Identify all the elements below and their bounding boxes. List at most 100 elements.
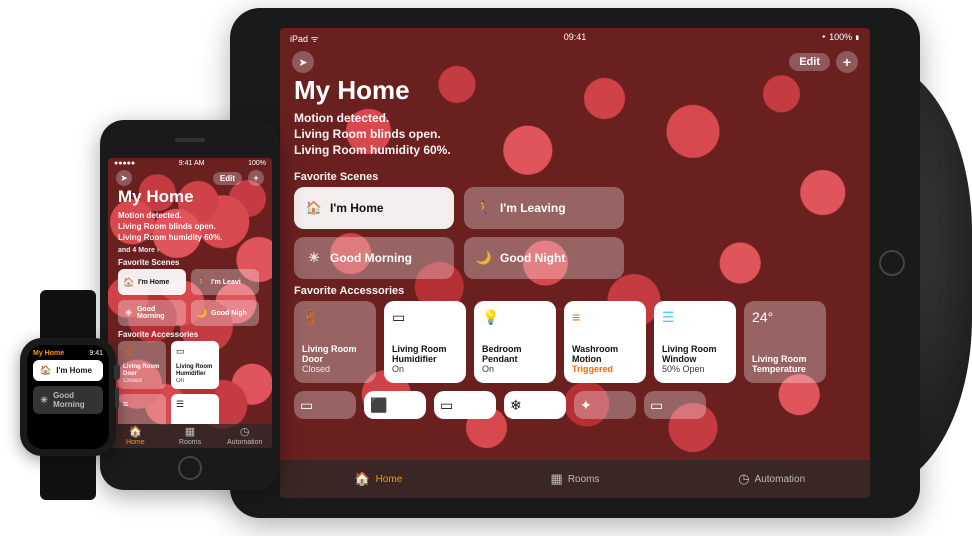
acc-mini-2[interactable]: ⬛	[364, 391, 426, 419]
scenes-section-label: Favorite Scenes	[280, 165, 870, 187]
scene-label: Good Night	[500, 251, 565, 265]
ipad-acc-row-2: ▭ ⬛ ▭ ❄ ✦ ▭	[280, 391, 870, 419]
edit-button[interactable]: Edit	[789, 53, 830, 71]
watch-time: 9:41	[89, 350, 103, 357]
page-title: My Home	[294, 75, 856, 106]
iphone-title-block: My Home Motion detected. Living Room bli…	[108, 187, 272, 247]
scene-label: Good Morning	[137, 306, 180, 320]
acc-mini-3[interactable]: ▭	[434, 391, 496, 419]
ipad-title-block: My Home Motion detected. Living Room bli…	[280, 75, 870, 165]
watch-side-button[interactable]	[115, 388, 119, 408]
acc-state: Triggered	[572, 364, 638, 374]
status-line-3: Living Room humidity 60%.	[294, 142, 856, 158]
status-left: ●●●●●	[114, 160, 135, 167]
acc-name: Living Room Window	[662, 344, 728, 365]
tab-home[interactable]: 🏠Home	[280, 460, 477, 498]
status-right: 100%	[248, 160, 266, 167]
watch-tile-label: I'm Home	[56, 366, 92, 375]
acc-state: On	[392, 364, 458, 374]
tab-rooms[interactable]: ▦Rooms	[163, 424, 218, 448]
leaving-icon: 🚶	[476, 200, 492, 216]
acc-state: 50% Open	[662, 364, 728, 374]
iphone-status-bar: ●●●●● 9:41 AM 100%	[108, 158, 272, 169]
status-left: iPad ᯤ	[290, 32, 319, 45]
status-time: 09:41	[564, 32, 587, 42]
acc-name: Washroom Motion	[572, 344, 638, 365]
scene-label: I'm Home	[330, 201, 384, 215]
leaving-icon: 🚶	[197, 277, 207, 287]
mini-icon: ▭	[300, 397, 350, 413]
acc-state: Closed	[302, 364, 368, 374]
ipad-home-button[interactable]	[879, 250, 905, 276]
iphone-header: ➤ Edit +	[108, 169, 272, 187]
watch-scene-good-morning[interactable]: ☀Good Morning	[33, 386, 103, 414]
status-line-2: Living Room blinds open.	[294, 126, 856, 142]
sun-icon: ☀	[40, 395, 48, 406]
tab-rooms[interactable]: ▦Rooms	[477, 460, 674, 498]
mini-icon: ⬛	[370, 397, 420, 413]
acc-living-room-temp[interactable]: 24°Living Room Temperature	[744, 301, 826, 383]
watch-crown[interactable]	[114, 364, 120, 380]
acc-humidifier[interactable]: ▭Living Room HumidifierOn	[384, 301, 466, 383]
acc-living-room-window[interactable]: ☰Living Room Window	[171, 394, 219, 423]
watch-app-title: My Home	[33, 350, 64, 357]
acc-name: Bedroom Pendant	[482, 344, 548, 365]
acc-state: On	[176, 378, 214, 385]
mini-icon: ❄	[510, 397, 560, 413]
scene-label: Good Nigh	[211, 310, 247, 317]
acc-living-room-door[interactable]: 🚪Living Room DoorClosed	[294, 301, 376, 383]
iphone-scene-grid: 🏠I'm Home 🚶I'm Leavi ☀Good Morning 🌙Good…	[108, 269, 272, 326]
edit-button[interactable]: Edit	[213, 172, 242, 185]
scenes-section-label: Favorite Scenes	[108, 254, 272, 269]
acc-mini-5[interactable]: ✦	[574, 391, 636, 419]
acc-mini-1[interactable]: ▭	[294, 391, 356, 419]
home-icon: 🏠	[306, 200, 322, 216]
acc-mini-6[interactable]: ▭	[644, 391, 706, 419]
location-icon[interactable]: ➤	[292, 51, 314, 73]
acc-humidifier[interactable]: ▭Living Room HumidifierOn	[171, 341, 219, 389]
status-time: 9:41 AM	[179, 160, 205, 167]
humidifier-icon: ▭	[392, 309, 458, 325]
status-line-2: Living Room blinds open.	[118, 222, 262, 233]
temp-icon: 24°	[752, 309, 818, 325]
acc-section-label: Favorite Accessories	[280, 279, 870, 301]
scene-good-morning[interactable]: ☀Good Morning	[294, 237, 454, 279]
iphone-screen: ●●●●● 9:41 AM 100% ➤ Edit + My Home Moti…	[108, 158, 272, 448]
rooms-tab-icon: ▦	[185, 425, 195, 438]
iphone-home-button[interactable]	[178, 456, 202, 480]
light-icon: 💡	[482, 309, 548, 325]
acc-living-room-window[interactable]: ☰Living Room Window50% Open	[654, 301, 736, 383]
more-link[interactable]: and 4 More ›	[108, 247, 272, 254]
tab-label: Rooms	[568, 474, 600, 485]
ipad-status-bar: iPad ᯤ 09:41 ᛭ 100% ▮	[280, 28, 870, 49]
acc-washroom-motion[interactable]: ≡ Washroom MotionTriggered	[564, 301, 646, 383]
acc-name: Living Room Door	[302, 344, 368, 365]
location-icon[interactable]: ➤	[116, 170, 132, 186]
scene-good-night[interactable]: 🌙 Good Nigh	[191, 300, 259, 326]
scene-label: Good Morning	[330, 251, 412, 265]
tab-label: Rooms	[179, 439, 201, 446]
tab-automation[interactable]: ◷Automation	[217, 424, 272, 448]
page-title: My Home	[118, 187, 262, 207]
watch-screen: My Home 9:41 🏠I'm Home ☀Good Morning	[27, 345, 109, 449]
scene-im-home[interactable]: 🏠 I'm Home	[294, 187, 454, 229]
tab-label: Automation	[755, 474, 806, 485]
acc-mini-4[interactable]: ❄	[504, 391, 566, 419]
automation-tab-icon: ◷	[240, 425, 250, 438]
watch-scene-im-home[interactable]: 🏠I'm Home	[33, 360, 103, 381]
motion-icon: ≡	[572, 309, 638, 325]
home-tab-icon: 🏠	[128, 425, 142, 438]
ipad-tab-bar: 🏠Home ▦Rooms ◷Automation	[280, 460, 870, 498]
add-button[interactable]: +	[248, 170, 264, 186]
moon-icon: 🌙	[197, 308, 207, 318]
scene-label: I'm Leaving	[500, 201, 566, 215]
scene-im-home[interactable]: 🏠I'm Home	[118, 269, 186, 295]
scene-im-leaving[interactable]: 🚶I'm Leavi	[191, 269, 259, 295]
acc-bedroom-pendant[interactable]: 💡Bedroom PendantOn	[474, 301, 556, 383]
acc-section-label: Favorite Accessories	[108, 326, 272, 341]
tab-automation[interactable]: ◷Automation	[673, 460, 870, 498]
scene-im-leaving[interactable]: 🚶 I'm Leaving	[464, 187, 624, 229]
add-button[interactable]: +	[836, 51, 858, 73]
tab-label: Home	[376, 474, 403, 485]
scene-good-night[interactable]: 🌙Good Night	[464, 237, 624, 279]
